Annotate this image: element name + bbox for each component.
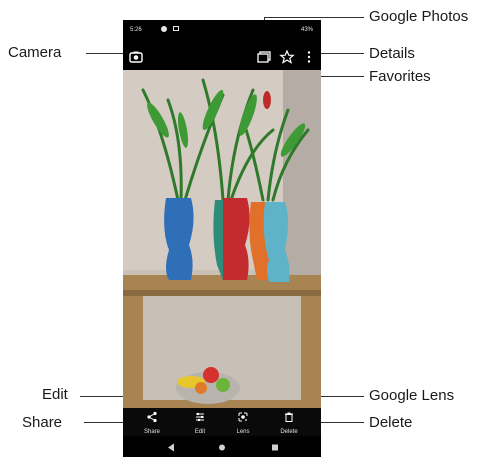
status-bar: 5:26 43% [123, 20, 321, 40]
callout-google-lens: Google Lens [369, 387, 455, 404]
share-icon [147, 411, 157, 423]
leader-google-photos [264, 17, 364, 18]
notification-dot-icon [161, 26, 167, 32]
more-vert-icon[interactable] [300, 48, 318, 66]
leader-details [320, 53, 364, 54]
home-icon[interactable] [219, 444, 225, 451]
phone-screen: 5:26 43% Share Edit Lens Delete [123, 20, 321, 457]
status-battery: 43% [300, 27, 313, 33]
photo-action-bar: Share Edit Lens Delete [123, 408, 321, 436]
trash-icon [285, 412, 293, 422]
share-button[interactable]: Share [137, 410, 167, 436]
system-nav-bar [123, 438, 321, 457]
photo-top-bar [123, 42, 321, 68]
callout-share: Share [22, 414, 63, 431]
callout-delete: Delete [369, 414, 413, 431]
edit-sliders-icon [196, 412, 204, 422]
callout-google-photos: Google Photos [369, 8, 469, 25]
photo-viewer-image[interactable] [123, 70, 321, 410]
lens-label: Lens [236, 429, 250, 435]
callout-favorites: Favorites [369, 68, 431, 85]
back-icon[interactable] [168, 443, 174, 452]
camera-icon[interactable] [127, 48, 145, 66]
edit-button[interactable]: Edit [185, 410, 215, 436]
callout-edit: Edit [42, 386, 68, 403]
edit-label: Edit [194, 429, 206, 435]
callout-details: Details [369, 45, 415, 62]
share-label: Share [143, 429, 160, 435]
star-icon[interactable] [278, 48, 296, 66]
notification-square-icon [173, 26, 179, 31]
lens-button[interactable]: Lens [228, 410, 258, 436]
delete-button[interactable]: Delete [274, 410, 304, 436]
google-photos-icon[interactable] [255, 48, 273, 66]
status-time: 5:26 [130, 27, 142, 33]
leader-camera [86, 53, 124, 54]
recents-icon[interactable] [272, 444, 278, 451]
google-lens-icon [238, 412, 248, 422]
delete-label: Delete [280, 429, 298, 435]
leader-share [84, 422, 128, 423]
callout-camera: Camera [8, 44, 62, 61]
